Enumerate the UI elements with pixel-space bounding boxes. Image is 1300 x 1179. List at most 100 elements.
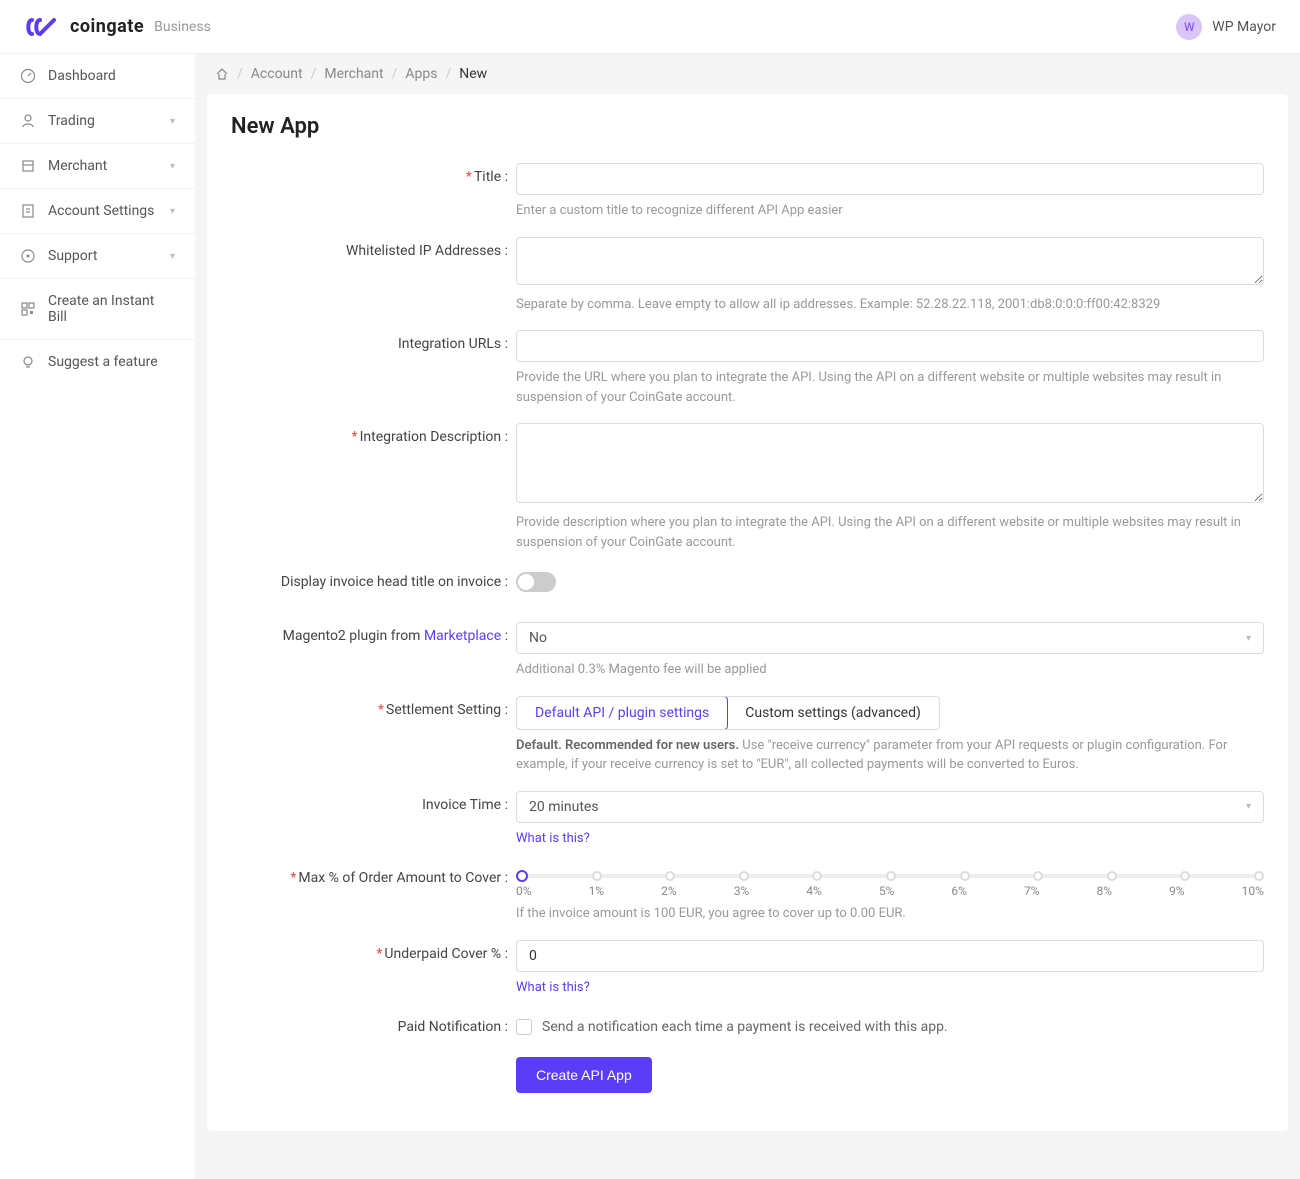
avatar[interactable]: W bbox=[1176, 14, 1202, 40]
breadcrumb-sep: / bbox=[392, 66, 398, 82]
sidebar-item-suggest[interactable]: Suggest a feature bbox=[0, 340, 195, 384]
max-pct-hint: If the invoice amount is 100 EUR, you ag… bbox=[516, 904, 1264, 924]
chevron-down-icon: ▾ bbox=[170, 116, 175, 127]
slider-mark-label: 7% bbox=[1024, 884, 1040, 898]
whitelist-hint: Separate by comma. Leave empty to allow … bbox=[516, 295, 1264, 315]
slider-mark-label: 10% bbox=[1242, 884, 1264, 898]
whitelist-textarea[interactable] bbox=[516, 237, 1264, 285]
breadcrumb-item[interactable]: Account bbox=[251, 66, 303, 82]
settlement-hint: Default. Recommended for new users. Use … bbox=[516, 736, 1264, 775]
settlement-label: *Settlement Setting : bbox=[231, 696, 516, 718]
integration-desc-textarea[interactable] bbox=[516, 423, 1264, 503]
slider-dot[interactable] bbox=[665, 871, 675, 881]
slider-dot[interactable] bbox=[1033, 871, 1043, 881]
breadcrumb-current: New bbox=[459, 66, 487, 82]
max-pct-slider[interactable] bbox=[516, 874, 1264, 878]
brand-name: coingate bbox=[70, 16, 144, 37]
sidebar-item-merchant[interactable]: Merchant ▾ bbox=[0, 144, 195, 189]
underpaid-input[interactable] bbox=[516, 940, 1264, 972]
settlement-btn-group: Default API / plugin settings Custom set… bbox=[516, 696, 940, 730]
home-icon[interactable] bbox=[215, 67, 229, 81]
invoice-time-select[interactable]: 20 minutes ▾ bbox=[516, 791, 1264, 823]
slider-mark-label: 6% bbox=[951, 884, 967, 898]
whitelist-label: Whitelisted IP Addresses : bbox=[231, 237, 516, 259]
logo-icon bbox=[24, 16, 62, 38]
paid-notif-label: Paid Notification : bbox=[231, 1013, 516, 1035]
slider-dot[interactable] bbox=[960, 871, 970, 881]
user-icon bbox=[20, 113, 36, 129]
slider-dot[interactable] bbox=[592, 871, 602, 881]
magento-hint: Additional 0.3% Magento fee will be appl… bbox=[516, 660, 1264, 680]
header-left: coingate Business bbox=[24, 16, 211, 38]
settings-icon bbox=[20, 203, 36, 219]
invoice-time-help-link[interactable]: What is this? bbox=[516, 831, 590, 846]
invoice-time-label: Invoice Time : bbox=[231, 791, 516, 813]
support-icon bbox=[20, 248, 36, 264]
paid-notif-checkbox[interactable] bbox=[516, 1019, 532, 1035]
marketplace-link[interactable]: Marketplace bbox=[424, 628, 501, 644]
slider-dot[interactable] bbox=[812, 871, 822, 881]
slider-dot[interactable] bbox=[1180, 871, 1190, 881]
integration-desc-label: *Integration Description : bbox=[231, 423, 516, 445]
slider-mark-label: 8% bbox=[1097, 884, 1113, 898]
breadcrumb-sep: / bbox=[445, 66, 451, 82]
integration-urls-label: Integration URLs : bbox=[231, 330, 516, 352]
magento-label: Magento2 plugin from Marketplace : bbox=[231, 622, 516, 644]
sidebar-item-trading[interactable]: Trading ▾ bbox=[0, 99, 195, 144]
top-header: coingate Business W WP Mayor bbox=[0, 0, 1300, 54]
chevron-down-icon: ▾ bbox=[170, 251, 175, 262]
slider-dot[interactable] bbox=[1254, 871, 1264, 881]
slider-dot[interactable] bbox=[1107, 871, 1117, 881]
slider-mark-label: 1% bbox=[589, 884, 605, 898]
sidebar-item-label: Trading bbox=[48, 113, 95, 129]
header-right: W WP Mayor bbox=[1176, 14, 1276, 40]
title-hint: Enter a custom title to recognize differ… bbox=[516, 201, 1264, 221]
slider-dot[interactable] bbox=[516, 870, 528, 882]
merchant-icon bbox=[20, 158, 36, 174]
underpaid-label: *Underpaid Cover % : bbox=[231, 940, 516, 962]
slider-mark-label: 9% bbox=[1169, 884, 1185, 898]
form-card: New App *Title : Enter a custom title to… bbox=[207, 94, 1288, 1131]
sidebar-item-instant-bill[interactable]: Create an Instant Bill bbox=[0, 279, 195, 340]
sidebar-item-support[interactable]: Support ▾ bbox=[0, 234, 195, 279]
slider-dot[interactable] bbox=[739, 871, 749, 881]
magento-select[interactable]: No ▾ bbox=[516, 622, 1264, 654]
sidebar-item-dashboard[interactable]: Dashboard bbox=[0, 54, 195, 99]
main-area: / Account / Merchant / Apps / New New Ap… bbox=[195, 54, 1300, 1179]
underpaid-help-link[interactable]: What is this? bbox=[516, 980, 590, 995]
integration-desc-hint: Provide description where you plan to in… bbox=[516, 513, 1264, 552]
sidebar-item-label: Account Settings bbox=[48, 203, 154, 219]
user-name[interactable]: WP Mayor bbox=[1212, 19, 1276, 35]
slider-mark-label: 5% bbox=[879, 884, 895, 898]
display-invoice-label: Display invoice head title on invoice : bbox=[231, 568, 516, 590]
chevron-down-icon: ▾ bbox=[170, 206, 175, 217]
settlement-default-option[interactable]: Default API / plugin settings bbox=[516, 696, 728, 730]
breadcrumb-item[interactable]: Apps bbox=[405, 66, 437, 82]
sidebar-item-label: Dashboard bbox=[48, 68, 116, 84]
slider-labels: 0%1%2%3%4%5%6%7%8%9%10% bbox=[516, 884, 1264, 898]
bulb-icon bbox=[20, 354, 36, 370]
chevron-down-icon: ▾ bbox=[1246, 801, 1251, 812]
brand-sub: Business bbox=[154, 19, 211, 35]
page-title: New App bbox=[231, 114, 1264, 139]
qr-icon bbox=[20, 301, 36, 317]
integration-urls-hint: Provide the URL where you plan to integr… bbox=[516, 368, 1264, 407]
slider-mark-label: 2% bbox=[661, 884, 677, 898]
magento-select-value: No bbox=[529, 630, 547, 646]
create-api-app-button[interactable]: Create API App bbox=[516, 1057, 652, 1093]
display-invoice-toggle[interactable] bbox=[516, 572, 556, 592]
settlement-custom-option[interactable]: Custom settings (advanced) bbox=[727, 697, 939, 729]
breadcrumb-sep: / bbox=[237, 66, 243, 82]
slider-dot[interactable] bbox=[886, 871, 896, 881]
dashboard-icon bbox=[20, 68, 36, 84]
max-pct-label: *Max % of Order Amount to Cover : bbox=[231, 864, 516, 886]
paid-notif-text: Send a notification each time a payment … bbox=[542, 1019, 948, 1035]
sidebar-item-label: Create an Instant Bill bbox=[48, 293, 175, 325]
sidebar-item-account-settings[interactable]: Account Settings ▾ bbox=[0, 189, 195, 234]
brand-logo[interactable]: coingate bbox=[24, 16, 144, 38]
slider-mark-label: 4% bbox=[806, 884, 822, 898]
breadcrumb-item[interactable]: Merchant bbox=[324, 66, 383, 82]
title-input[interactable] bbox=[516, 163, 1264, 195]
integration-urls-input[interactable] bbox=[516, 330, 1264, 362]
invoice-time-value: 20 minutes bbox=[529, 799, 599, 815]
